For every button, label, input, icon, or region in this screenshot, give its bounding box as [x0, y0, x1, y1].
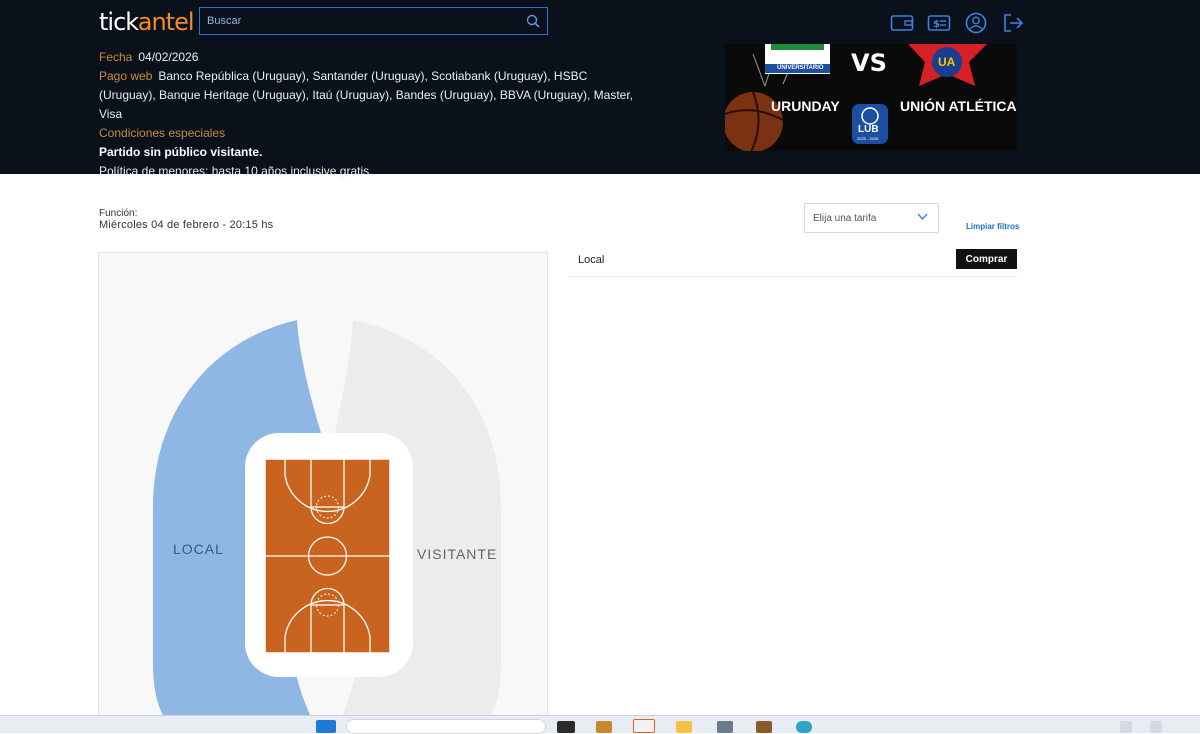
sector-list: Local Comprar: [568, 246, 1017, 277]
funcion-label: Función:: [99, 208, 138, 219]
seat-map: LOCAL VISITANTE: [98, 252, 548, 722]
app-icon-2[interactable]: [717, 721, 733, 733]
svg-text:$: $: [933, 19, 940, 30]
pago-row: Pago web Banco República (Uruguay), Santa…: [99, 67, 639, 124]
condicion-menores: Política de menores: hasta 10 años inclu…: [99, 164, 373, 178]
logo-text-antel: antel: [137, 8, 195, 36]
lub-text: LUB: [858, 124, 879, 135]
banner-vs: VS: [851, 49, 887, 77]
tarifa-select-value: Elija una tarifa: [813, 213, 877, 224]
clear-filters-link[interactable]: Limpiar filtros: [966, 222, 1019, 231]
comprar-button[interactable]: Comprar: [956, 249, 1017, 269]
folder-icon[interactable]: [676, 721, 692, 733]
local-map-label[interactable]: LOCAL: [173, 541, 224, 557]
edge-icon[interactable]: [796, 721, 812, 733]
logo-text-tick: tick: [99, 8, 139, 36]
condicion-sin-visitante: Partido sin público visitante.: [99, 145, 263, 159]
taskview-icon[interactable]: [557, 721, 575, 733]
user-icon[interactable]: [964, 12, 988, 34]
funcion-date: Miércoles 04 de febrero - 20:15 hs: [99, 219, 274, 231]
banner-team1: URUNDAY: [771, 98, 840, 114]
brave-icon[interactable]: [633, 719, 655, 733]
ticket-money-icon[interactable]: $: [927, 12, 951, 34]
urunday-badge-text: UNIVERSITARIO: [777, 65, 824, 71]
windows-start-icon[interactable]: [316, 720, 336, 733]
search-input[interactable]: [200, 8, 547, 34]
pago-label: Pago web: [99, 69, 153, 83]
sector-row-local: Local Comprar: [568, 246, 1017, 277]
fecha-row: Fecha 04/02/2026: [99, 48, 639, 67]
pago-value: Banco República (Uruguay), Santander (Ur…: [99, 69, 634, 121]
lub-season: 2025 - 2026: [857, 136, 879, 141]
fecha-value: 04/02/2026: [138, 50, 199, 64]
ua-badge-text: UA: [938, 55, 956, 69]
funcion-block: Función: Miércoles 04 de febrero - 20:15…: [99, 208, 273, 231]
network-icon[interactable]: [1150, 721, 1162, 733]
chevron-down-icon: [917, 213, 928, 221]
wallet-icon[interactable]: [890, 12, 914, 34]
logout-icon[interactable]: [1001, 12, 1025, 34]
os-taskbar: [0, 715, 1200, 734]
banner-team2: UNIÓN ATLÉTICA: [900, 98, 1017, 114]
search-box[interactable]: [199, 7, 548, 35]
visitante-map-label: VISITANTE: [417, 546, 498, 562]
seat-map-svg: [153, 320, 501, 721]
app-icon-1[interactable]: [596, 721, 612, 733]
sector-name: Local: [578, 254, 605, 266]
header-icons: $: [890, 12, 1025, 34]
tickantel-logo[interactable]: tickantel: [99, 8, 195, 36]
fecha-label: Fecha: [99, 50, 133, 64]
system-tray-icon[interactable]: [1120, 721, 1132, 733]
event-info: Fecha 04/02/2026 Pago web Banco República …: [99, 48, 639, 181]
condiciones-label: Condiciones especiales: [99, 126, 226, 140]
event-banner: UNIVERSITARIO UA VS URUNDAY UNIÓN ATLÉTI…: [725, 44, 1017, 151]
taskbar-search[interactable]: [346, 719, 546, 734]
search-icon[interactable]: [526, 14, 540, 28]
app-icon-3[interactable]: [756, 721, 772, 733]
tarifa-select[interactable]: Elija una tarifa: [804, 203, 939, 233]
site-header: tickantel $ Fecha 04/02/2026 Pago webBanc…: [0, 0, 1200, 178]
